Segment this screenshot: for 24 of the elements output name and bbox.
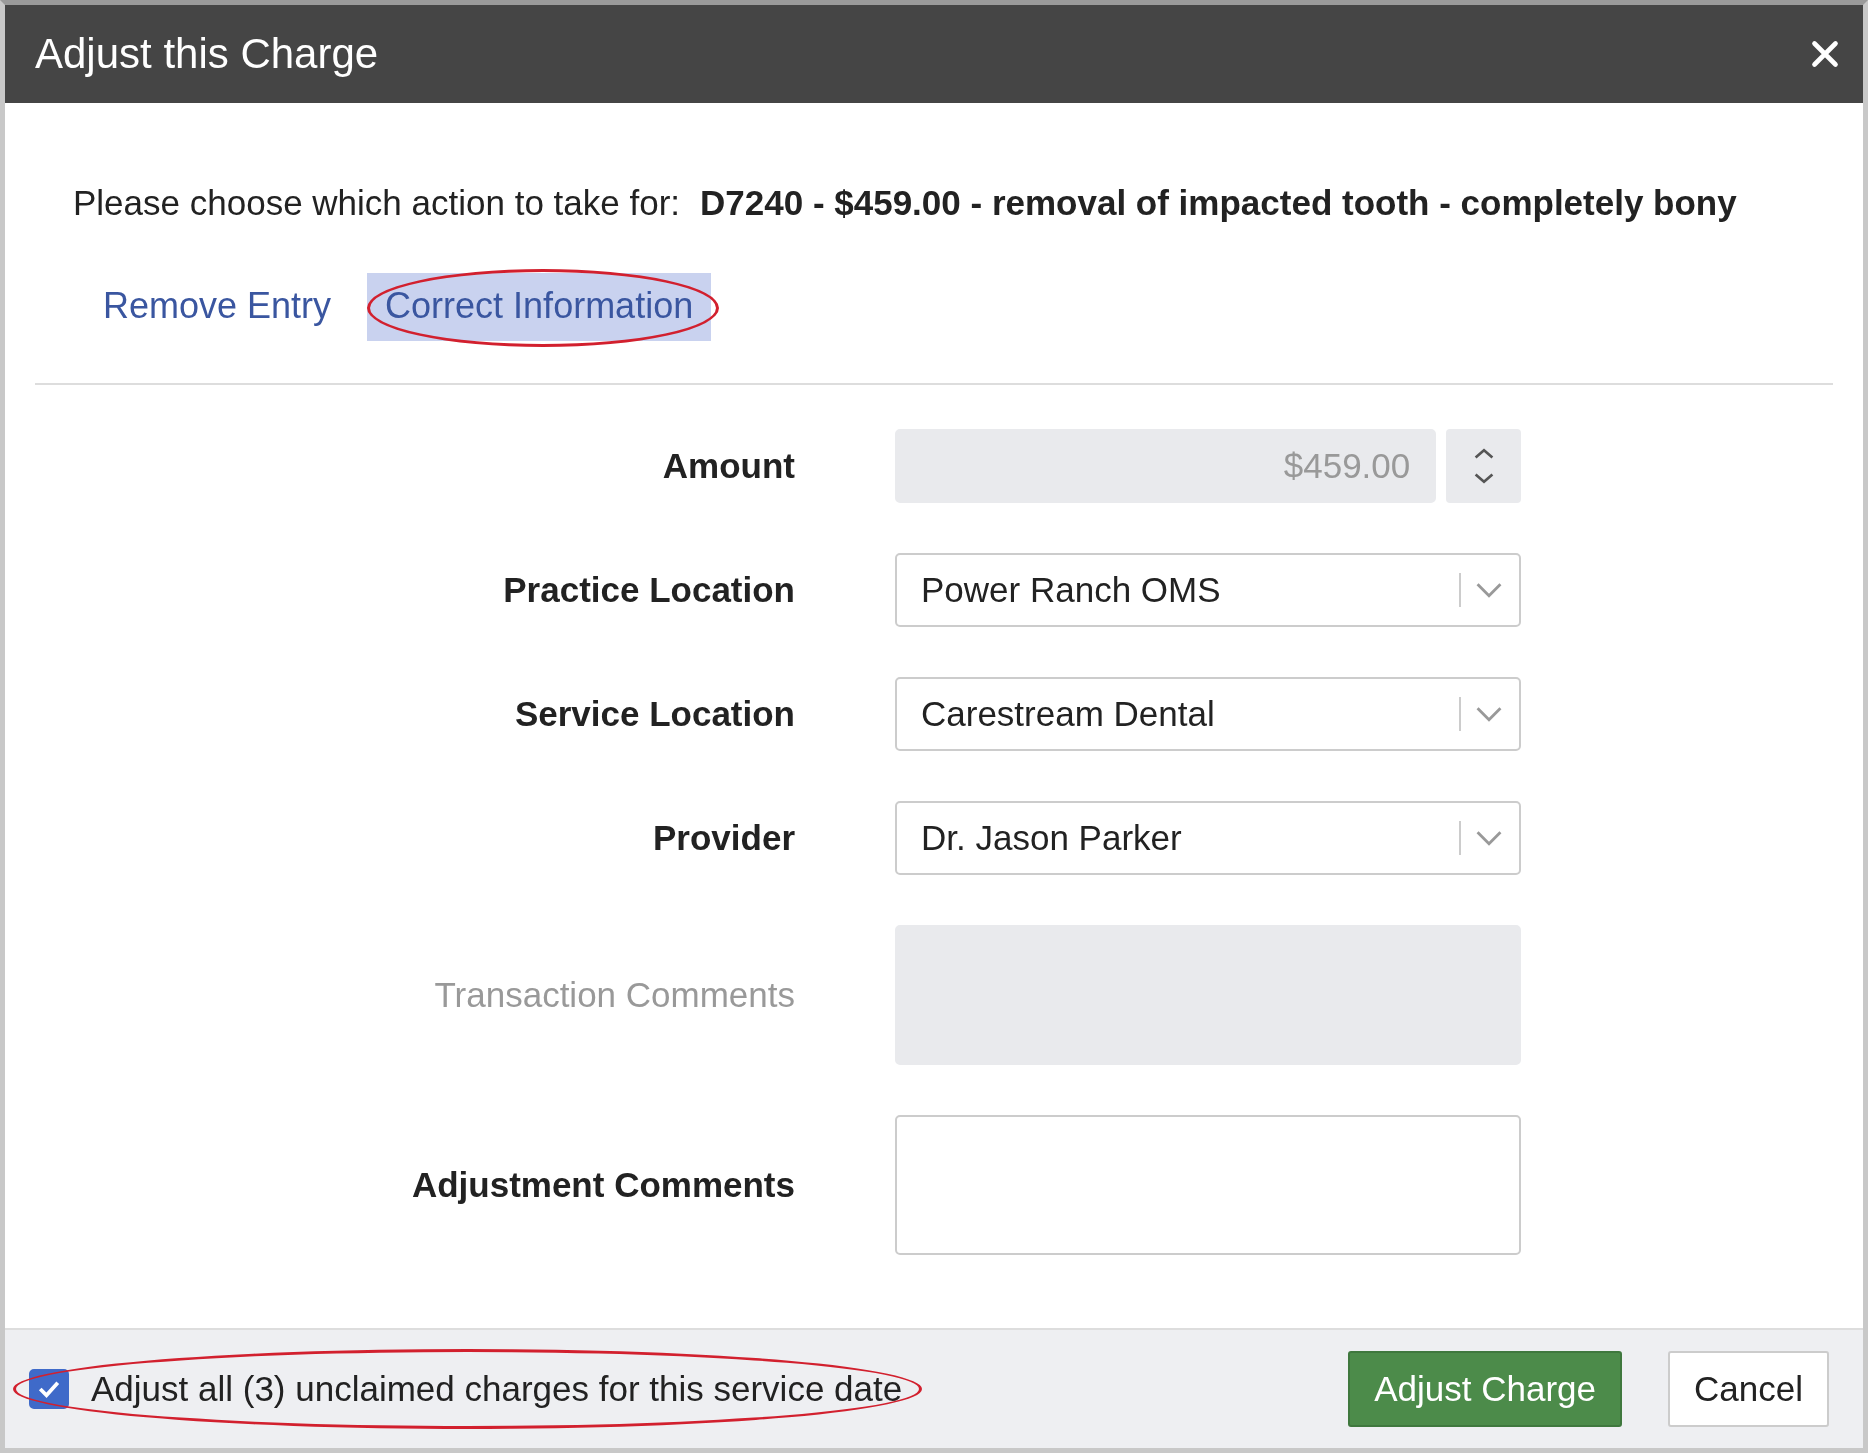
dropdown-field[interactable]: Carestream Dental <box>895 677 1521 751</box>
adjust-charge-button[interactable]: Adjust Charge <box>1348 1351 1623 1427</box>
dropdown-field[interactable]: Power Ranch OMS <box>895 553 1521 627</box>
tab[interactable]: Correct Information <box>367 273 712 341</box>
checkbox[interactable] <box>29 1369 69 1409</box>
field-label: Practice Location <box>502 570 795 610</box>
field-label: Amount <box>661 446 795 486</box>
charge-description: D7240 - $459.00 - removal of impacted tooth - completely bony <box>700 183 1737 223</box>
field-label: Provider <box>652 818 795 858</box>
chevron-down-icon <box>1475 706 1503 722</box>
comments-field[interactable] <box>895 1115 1521 1255</box>
field-label: Transaction Comments <box>433 975 795 1015</box>
chevron-down-icon <box>1475 830 1503 846</box>
prompt-text: Please choose which action to take for: <box>73 183 680 223</box>
tab[interactable]: Remove Entry <box>85 273 350 341</box>
chevron-down-icon <box>1475 582 1503 598</box>
cancel-button[interactable]: Cancel <box>1668 1351 1829 1427</box>
field-label: Adjustment Comments <box>410 1165 795 1205</box>
dialog-title: Adjust this Charge <box>35 30 379 78</box>
close-icon[interactable] <box>1811 40 1839 68</box>
checkbox-label: Adjust all (3) unclaimed charges for this service date <box>91 1369 903 1409</box>
spinner-control[interactable] <box>1446 429 1521 503</box>
dropdown-field[interactable]: Dr. Jason Parker <box>895 801 1521 875</box>
field-label: Service Location <box>513 694 795 734</box>
